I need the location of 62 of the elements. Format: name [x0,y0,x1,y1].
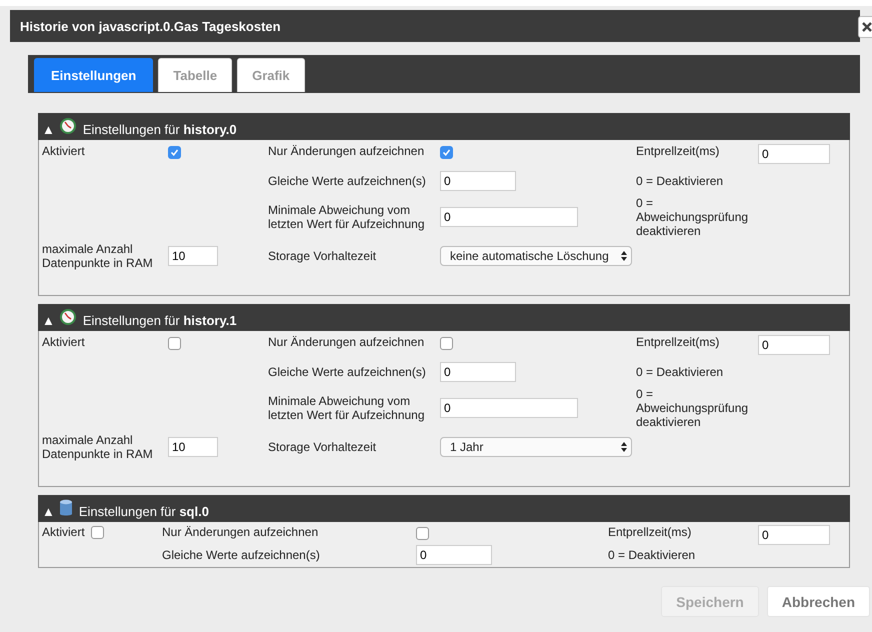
checkbox[interactable] [416,526,429,540]
checkbox[interactable] [440,146,453,158]
tab[interactable]: Einstellungen [34,58,154,92]
collapse-toggle[interactable]: ▲ [42,504,55,519]
database-icon [58,499,73,517]
field-label: Nur Änderungen aufzeichnen [268,144,424,158]
window-title: Historie von javascript.0.Gas Tageskosten [20,18,281,34]
close-button[interactable] [858,16,872,38]
cancel-button[interactable]: Abbrechen [766,586,870,617]
input-field[interactable]: 0 [440,207,578,227]
field-label: Minimale Abweichung vom letzten Wert für Aufzeichnung [268,203,426,231]
field-label: Storage Vorhaltezeit [268,440,376,454]
updown-icon [621,251,627,261]
check-icon [170,148,179,156]
field-label: Gleiche Werte aufzeichnen(s) [268,174,426,188]
section-title: Einstellungen für history.0 [82,122,237,137]
field-label: Gleiche Werte aufzeichnen(s) [162,548,320,562]
input-field[interactable]: 0 [758,335,830,355]
storage-select[interactable]: 1 Jahr [440,437,632,457]
field-label: Aktiviert [42,525,85,539]
field-label: Entprellzeit(ms) [636,144,720,158]
section-title: Einstellungen für sql.0 [78,504,209,519]
field-label: maximale Anzahl Datenpunkte in RAM [42,433,154,461]
hint-text: 0 = Deaktivieren [608,548,696,562]
input-field[interactable]: 0 [758,525,830,545]
section-header[interactable]: ▲ Einstellungen für history.0 [38,113,850,140]
storage-select[interactable]: keine automatische Löschung [440,246,632,266]
section-header[interactable]: ▲ Einstellungen für sql.0 [38,495,850,522]
field-label: Aktiviert [42,335,85,349]
clock-icon [58,117,77,135]
input-field[interactable]: 10 [168,437,218,457]
field-label: Nur Änderungen aufzeichnen [162,525,318,539]
field-label: Storage Vorhaltezeit [268,249,376,263]
updown-icon [621,442,627,452]
field-label: Aktiviert [42,144,85,158]
input-field[interactable]: 10 [168,246,218,266]
field-label: Entprellzeit(ms) [636,335,720,349]
section-header[interactable]: ▲ Einstellungen für history.1 [38,304,850,331]
clock-icon [58,308,77,326]
hint-text: 0 = Abweichungsprüfung deaktivieren [636,387,750,429]
field-label: Gleiche Werte aufzeichnen(s) [268,365,426,379]
input-field[interactable]: 0 [440,171,516,191]
checkbox[interactable] [90,526,104,538]
input-field[interactable]: 0 [758,144,830,164]
field-label: maximale Anzahl Datenpunkte in RAM [42,242,154,270]
field-label: Entprellzeit(ms) [608,525,692,539]
checkbox[interactable] [168,336,181,350]
collapse-toggle[interactable]: ▲ [42,313,55,328]
section-title: Einstellungen für history.1 [82,313,237,328]
checkbox[interactable] [440,336,453,350]
field-label: Nur Änderungen aufzeichnen [268,335,424,349]
check-icon [442,148,451,156]
input-field[interactable]: 0 [416,545,492,565]
input-field[interactable]: 0 [440,362,516,382]
hint-text: 0 = Deaktivieren [636,365,724,379]
close-icon [862,22,872,32]
hint-text: 0 = Deaktivieren [636,174,724,188]
input-field[interactable]: 0 [440,398,578,418]
hint-text: 0 = Abweichungsprüfung deaktivieren [636,196,750,238]
checkbox[interactable] [168,146,181,158]
field-label: Minimale Abweichung vom letzten Wert für Aufzeichnung [268,394,426,422]
collapse-toggle[interactable]: ▲ [42,122,55,137]
